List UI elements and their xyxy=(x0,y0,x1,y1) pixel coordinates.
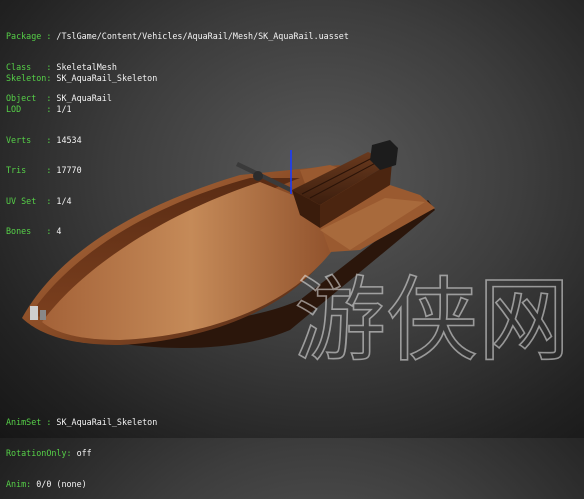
rotationonly-value: off xyxy=(76,448,92,459)
lod-row: LOD : 1/1 xyxy=(6,104,157,114)
rotationonly-key: RotationOnly: xyxy=(6,448,77,459)
verts-row: Verts : 14534 xyxy=(6,135,157,145)
package-key: Package : xyxy=(6,31,57,42)
animset-value: SK_AquaRail_Skeleton xyxy=(56,417,158,428)
uvset-key: UV Set : xyxy=(6,195,57,206)
skeleton-key: Skeleton: xyxy=(6,73,57,84)
anim-row: Anim: 0/0 (none) xyxy=(6,479,157,489)
bones-key: Bones : xyxy=(6,226,57,237)
animset-key: AnimSet : xyxy=(6,417,57,428)
watermark-logo-icon: 游侠网 xyxy=(294,266,564,372)
tris-value: 17770 xyxy=(56,165,82,176)
bones-value: 4 xyxy=(56,226,62,237)
anim-info-panel: AnimSet : SK_AquaRail_Skeleton RotationO… xyxy=(6,397,157,499)
uvset-row: UV Set : 1/4 xyxy=(6,196,157,206)
bones-row: Bones : 4 xyxy=(6,226,157,236)
verts-key: Verts : xyxy=(6,134,57,145)
package-row: Package : /TslGame/Content/Vehicles/Aqua… xyxy=(6,31,349,41)
lod-value: 1/1 xyxy=(56,104,72,115)
package-value: /TslGame/Content/Vehicles/AquaRail/Mesh/… xyxy=(56,31,349,42)
skeleton-row: Skeleton: SK_AquaRail_Skeleton xyxy=(6,73,157,83)
rotationonly-row: RotationOnly: off xyxy=(6,448,157,458)
skeleton-value: SK_AquaRail_Skeleton xyxy=(56,73,158,84)
uvset-value: 1/4 xyxy=(56,195,72,206)
skeleton-info-panel: Skeleton: SK_AquaRail_Skeleton LOD : 1/1… xyxy=(6,53,157,247)
tris-row: Tris : 17770 xyxy=(6,165,157,175)
anim-value: 0/0 (none) xyxy=(36,478,87,489)
anim-key: Anim: xyxy=(6,478,37,489)
lod-key: LOD : xyxy=(6,104,57,115)
animset-row: AnimSet : SK_AquaRail_Skeleton xyxy=(6,417,157,427)
watermark-text: 游侠网 xyxy=(294,267,564,372)
tris-key: Tris : xyxy=(6,165,57,176)
verts-value: 14534 xyxy=(56,134,82,145)
